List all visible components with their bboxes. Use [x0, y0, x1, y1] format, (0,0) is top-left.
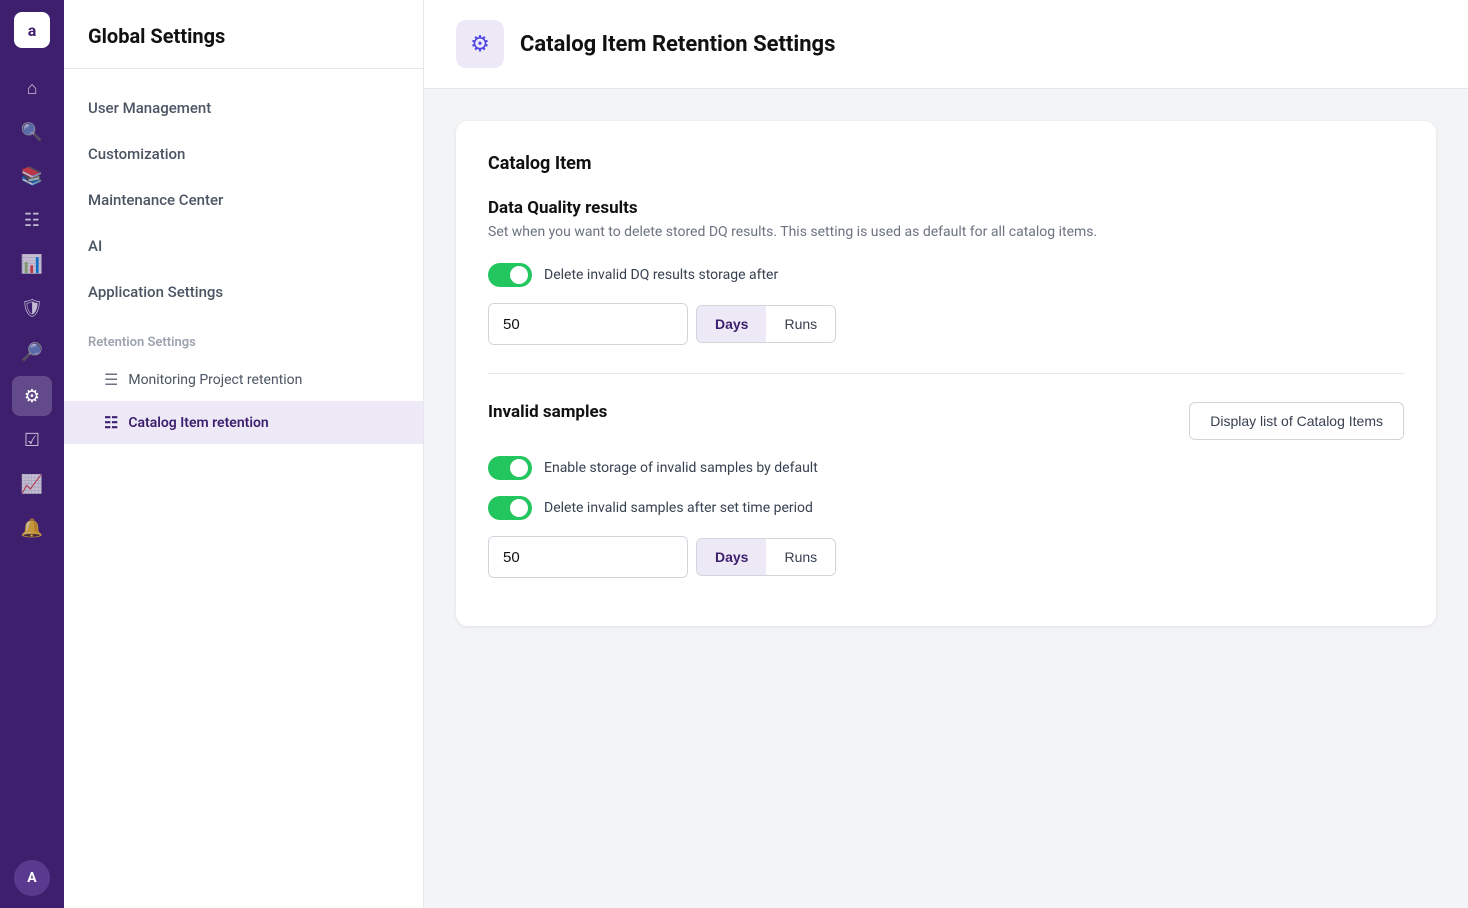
invalid-number-input-wrapper: ▲ ▼	[488, 536, 688, 578]
bell-icon[interactable]: 🔔	[12, 508, 52, 548]
nav-item-monitoring-project-retention[interactable]: ☰ Monitoring Project retention	[64, 358, 423, 401]
invalid-number-input[interactable]	[489, 537, 688, 577]
nav-item-user-management[interactable]: User Management	[64, 85, 423, 131]
main-content: ⚙ Catalog Item Retention Settings Catalo…	[424, 0, 1468, 908]
invalid-toggle2-label: Delete invalid samples after set time pe…	[544, 500, 813, 516]
invalid-unit-toggle: Days Runs	[696, 538, 836, 576]
display-catalog-items-button[interactable]: Display list of Catalog Items	[1189, 402, 1404, 440]
chart-icon[interactable]: 📊	[12, 244, 52, 284]
dq-number-row: ▲ ▼ Days Runs	[488, 303, 1404, 345]
dq-section-heading: Data Quality results	[488, 198, 1404, 218]
user-avatar[interactable]: A	[14, 860, 50, 896]
main-body: Catalog Item Data Quality results Set wh…	[424, 89, 1468, 908]
search-icon[interactable]: 🔍	[12, 112, 52, 152]
nav-item-maintenance-center[interactable]: Maintenance Center	[64, 177, 423, 223]
settings-card: Catalog Item Data Quality results Set wh…	[456, 121, 1436, 626]
gear-icon: ⚙	[470, 32, 490, 57]
invalid-toggle1-row: Enable storage of invalid samples by def…	[488, 456, 1404, 480]
page-title: Catalog Item Retention Settings	[520, 32, 835, 57]
monitor-icon[interactable]: 📈	[12, 464, 52, 504]
dq-unit-runs-btn[interactable]: Runs	[766, 306, 835, 342]
icon-sidebar: a ⌂ 🔍 📚 ☷ 📊 🛡 🔎 ⚙ ☑ 📈 🔔 A	[0, 0, 64, 908]
invalid-samples-heading: Invalid samples	[488, 402, 1189, 422]
check-icon[interactable]: ☑	[12, 420, 52, 460]
catalog-item-heading: Catalog Item	[488, 153, 1404, 174]
monitoring-retention-label: Monitoring Project retention	[128, 372, 302, 388]
left-nav-title: Global Settings	[64, 0, 423, 69]
invalid-toggle2-row: Delete invalid samples after set time pe…	[488, 496, 1404, 520]
nav-item-ai[interactable]: AI	[64, 223, 423, 269]
catalog-icon: ☷	[104, 413, 118, 432]
dq-number-input[interactable]	[489, 304, 688, 344]
layers-icon[interactable]: ☷	[12, 200, 52, 240]
table-icon: ☰	[104, 370, 118, 389]
invalid-toggle2[interactable]	[488, 496, 532, 520]
dq-number-input-wrapper: ▲ ▼	[488, 303, 688, 345]
retention-section-title: Retention Settings	[64, 315, 423, 358]
home-icon[interactable]: ⌂	[12, 68, 52, 108]
app-logo[interactable]: a	[14, 12, 50, 48]
nav-item-customization[interactable]: Customization	[64, 131, 423, 177]
invalid-unit-days-btn[interactable]: Days	[697, 539, 766, 575]
dq-toggle[interactable]	[488, 263, 532, 287]
book-icon[interactable]: 📚	[12, 156, 52, 196]
dq-toggle-row: Delete invalid DQ results storage after	[488, 263, 1404, 287]
section-divider	[488, 373, 1404, 374]
invalid-toggle1-label: Enable storage of invalid samples by def…	[544, 460, 818, 476]
invalid-samples-left: Invalid samples	[488, 402, 1189, 426]
dq-toggle-slider[interactable]	[488, 263, 532, 287]
invalid-unit-runs-btn[interactable]: Runs	[766, 539, 835, 575]
dq-section-sub: Set when you want to delete stored DQ re…	[488, 222, 1404, 243]
settings-icon[interactable]: ⚙	[12, 376, 52, 416]
invalid-samples-row: Invalid samples Display list of Catalog …	[488, 402, 1404, 440]
main-header: ⚙ Catalog Item Retention Settings	[424, 0, 1468, 89]
invalid-toggle1-slider[interactable]	[488, 456, 532, 480]
invalid-toggle1[interactable]	[488, 456, 532, 480]
dq-toggle-label: Delete invalid DQ results storage after	[544, 267, 778, 283]
dq-unit-days-btn[interactable]: Days	[697, 306, 766, 342]
nav-item-catalog-item-retention[interactable]: ☷ Catalog Item retention	[64, 401, 423, 444]
nav-item-application-settings[interactable]: Application Settings	[64, 269, 423, 315]
left-nav-panel: Global Settings User Management Customiz…	[64, 0, 424, 908]
shield-icon[interactable]: 🛡	[12, 288, 52, 328]
search-alt-icon[interactable]: 🔎	[12, 332, 52, 372]
invalid-number-row: ▲ ▼ Days Runs	[488, 536, 1404, 578]
catalog-retention-label: Catalog Item retention	[128, 415, 268, 431]
header-icon: ⚙	[456, 20, 504, 68]
invalid-toggle2-slider[interactable]	[488, 496, 532, 520]
dq-unit-toggle: Days Runs	[696, 305, 836, 343]
